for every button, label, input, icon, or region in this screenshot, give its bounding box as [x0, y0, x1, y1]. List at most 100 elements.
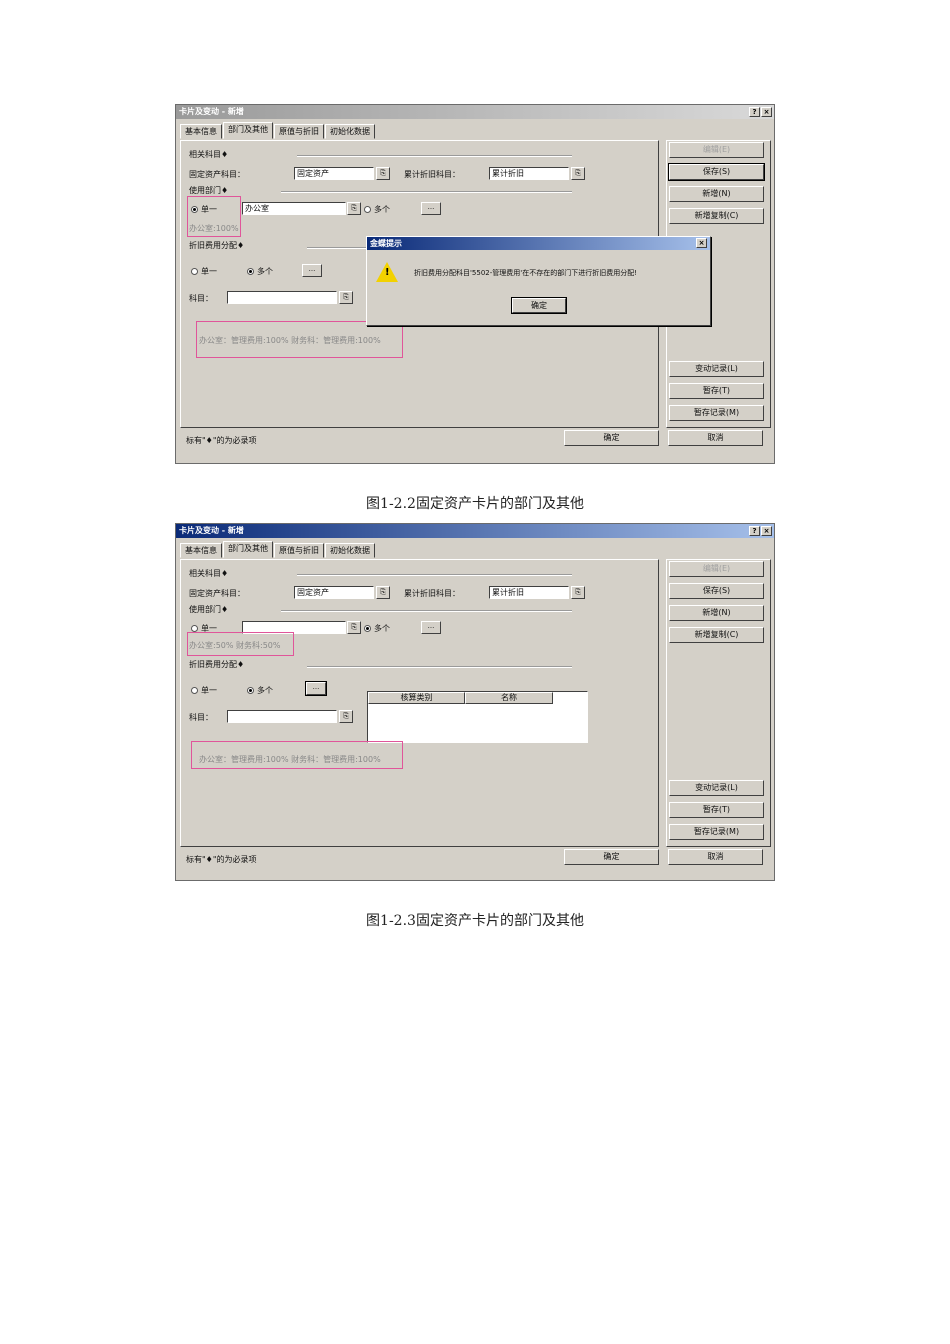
divider: [297, 574, 572, 576]
tab-basic-info[interactable]: 基本信息: [180, 543, 222, 558]
dialog-close-button[interactable]: ×: [696, 238, 707, 248]
radio-dot-icon: [191, 687, 198, 694]
screenshot-1: 卡片及变动 - 新增 ? × 基本信息 部门及其他 原值与折旧 初始化数据 相关…: [175, 104, 775, 464]
figure-caption: 图1-2.3固定资产卡片的部门及其他: [366, 913, 584, 929]
new-button[interactable]: 新增(N): [669, 186, 764, 202]
tab-dept-other[interactable]: 部门及其他: [223, 122, 273, 139]
dep-alloc-label: 折旧费用分配♦: [189, 660, 245, 669]
window-titlebar: 卡片及变动 - 新增 ? ×: [176, 524, 774, 538]
accounting-grid[interactable]: 核算类别 名称: [367, 691, 588, 743]
radio-dot-icon: [364, 206, 371, 213]
tab-init-data[interactable]: 初始化数据: [325, 124, 375, 139]
fixed-asset-subject-field[interactable]: 固定资产: [294, 586, 374, 599]
temp-save-button[interactable]: 暂存(T): [669, 802, 764, 818]
radio-dot-icon: [247, 687, 254, 694]
related-subjects-label: 相关科目♦: [189, 150, 229, 159]
highlight-box: [191, 741, 403, 769]
lookup-icon[interactable]: ⎘: [376, 586, 390, 599]
cancel-button[interactable]: 取消: [668, 849, 763, 865]
cancel-button[interactable]: 取消: [668, 430, 763, 446]
dept-field[interactable]: 办公室: [242, 202, 346, 215]
radio-dot-icon: [191, 268, 198, 275]
save-button[interactable]: 保存(S): [668, 163, 765, 181]
edit-button[interactable]: 编辑(E): [669, 561, 764, 577]
screenshot-2: 卡片及变动 - 新增 ? × 基本信息 部门及其他 原值与折旧 初始化数据 相关…: [175, 523, 775, 881]
divider: [307, 666, 572, 668]
subject-field[interactable]: [227, 710, 337, 723]
grid-header-name[interactable]: 名称: [465, 692, 553, 704]
ellipsis-button[interactable]: ...: [305, 681, 327, 696]
dep-alloc-label: 折旧费用分配♦: [189, 241, 245, 250]
ellipsis-button[interactable]: ...: [302, 264, 322, 277]
help-button[interactable]: ?: [749, 107, 760, 117]
accum-dep-subject-field[interactable]: 累计折旧: [489, 586, 569, 599]
change-record-button[interactable]: 变动记录(L): [669, 780, 764, 796]
lookup-icon[interactable]: ⎘: [571, 586, 585, 599]
window-titlebar: 卡片及变动 - 新增 ? ×: [176, 105, 774, 119]
subject-label: 科目：: [189, 294, 213, 303]
ellipsis-button[interactable]: ...: [421, 621, 441, 634]
new-copy-button[interactable]: 新增复制(C): [669, 208, 764, 224]
radio-multiple[interactable]: 多个: [364, 623, 390, 634]
radio-multiple[interactable]: 多个: [247, 266, 273, 277]
footer: 标有"♦"的为必录项 确定 取消: [180, 849, 772, 873]
radio-single[interactable]: 单一: [191, 266, 217, 277]
change-record-button[interactable]: 变动记录(L): [669, 361, 764, 377]
radio-single[interactable]: 单一: [191, 685, 217, 696]
required-note: 标有"♦"的为必录项: [186, 855, 257, 864]
lookup-icon[interactable]: ⎘: [376, 167, 390, 180]
radio-multiple[interactable]: 多个: [364, 204, 390, 215]
highlight-box: [187, 196, 241, 237]
temp-record-button[interactable]: 暂存记录(M): [669, 824, 764, 840]
radio-multiple[interactable]: 多个: [247, 685, 273, 696]
divider: [297, 155, 572, 157]
accum-dep-subject-label: 累计折旧科目：: [404, 589, 460, 598]
footer: 标有"♦"的为必录项 确定 取消: [180, 430, 772, 454]
ok-button[interactable]: 确定: [564, 849, 659, 865]
radio-single-label: 单一: [201, 686, 217, 695]
window-title: 卡片及变动 - 新增: [179, 107, 244, 116]
tab-init-data[interactable]: 初始化数据: [325, 543, 375, 558]
warning-icon: !: [376, 262, 398, 282]
lookup-icon[interactable]: ⎘: [347, 202, 361, 215]
tab-value-depreciation[interactable]: 原值与折旧: [274, 124, 324, 139]
tab-strip: 基本信息 部门及其他 原值与折旧 初始化数据: [180, 541, 376, 559]
fixed-asset-subject-field[interactable]: 固定资产: [294, 167, 374, 180]
tab-dept-other[interactable]: 部门及其他: [223, 541, 273, 558]
radio-multiple-label: 多个: [257, 686, 273, 695]
temp-save-button[interactable]: 暂存(T): [669, 383, 764, 399]
grid-header-category[interactable]: 核算类别: [368, 692, 465, 704]
ellipsis-button[interactable]: ...: [421, 202, 441, 215]
window-close-button[interactable]: ×: [761, 526, 772, 536]
save-button[interactable]: 保存(S): [669, 583, 764, 599]
lookup-icon[interactable]: ⎘: [339, 291, 353, 304]
warning-dialog: 金蝶提示 × ! 折旧费用分配科目'5502-管理费用'在不存在的部门下进行折旧…: [366, 236, 711, 326]
figure-caption: 图1-2.2固定资产卡片的部门及其他: [366, 496, 584, 512]
accum-dep-subject-field[interactable]: 累计折旧: [489, 167, 569, 180]
dialog-ok-button[interactable]: 确定: [511, 297, 567, 314]
lookup-icon[interactable]: ⎘: [571, 167, 585, 180]
form-panel: 相关科目♦ 固定资产科目： 固定资产 ⎘ 累计折旧科目： 累计折旧 ⎘ 使用部门…: [180, 559, 659, 847]
tab-value-depreciation[interactable]: 原值与折旧: [274, 543, 324, 558]
accum-dep-subject-label: 累计折旧科目：: [404, 170, 460, 179]
radio-multiple-label: 多个: [257, 267, 273, 276]
tab-basic-info[interactable]: 基本信息: [180, 124, 222, 139]
lookup-icon[interactable]: ⎘: [347, 621, 361, 634]
new-copy-button[interactable]: 新增复制(C): [669, 627, 764, 643]
subject-field[interactable]: [227, 291, 337, 304]
ok-button[interactable]: 确定: [564, 430, 659, 446]
edit-button[interactable]: 编辑(E): [669, 142, 764, 158]
dialog-title: 金蝶提示: [370, 239, 402, 248]
use-dept-label: 使用部门♦: [189, 186, 229, 195]
lookup-icon[interactable]: ⎘: [339, 710, 353, 723]
radio-dot-icon: [191, 625, 198, 632]
radio-multiple-label: 多个: [374, 205, 390, 214]
help-button[interactable]: ?: [749, 526, 760, 536]
required-note: 标有"♦"的为必录项: [186, 436, 257, 445]
radio-dot-icon: [364, 625, 371, 632]
new-button[interactable]: 新增(N): [669, 605, 764, 621]
highlight-box: [187, 632, 294, 656]
related-subjects-label: 相关科目♦: [189, 569, 229, 578]
temp-record-button[interactable]: 暂存记录(M): [669, 405, 764, 421]
window-close-button[interactable]: ×: [761, 107, 772, 117]
